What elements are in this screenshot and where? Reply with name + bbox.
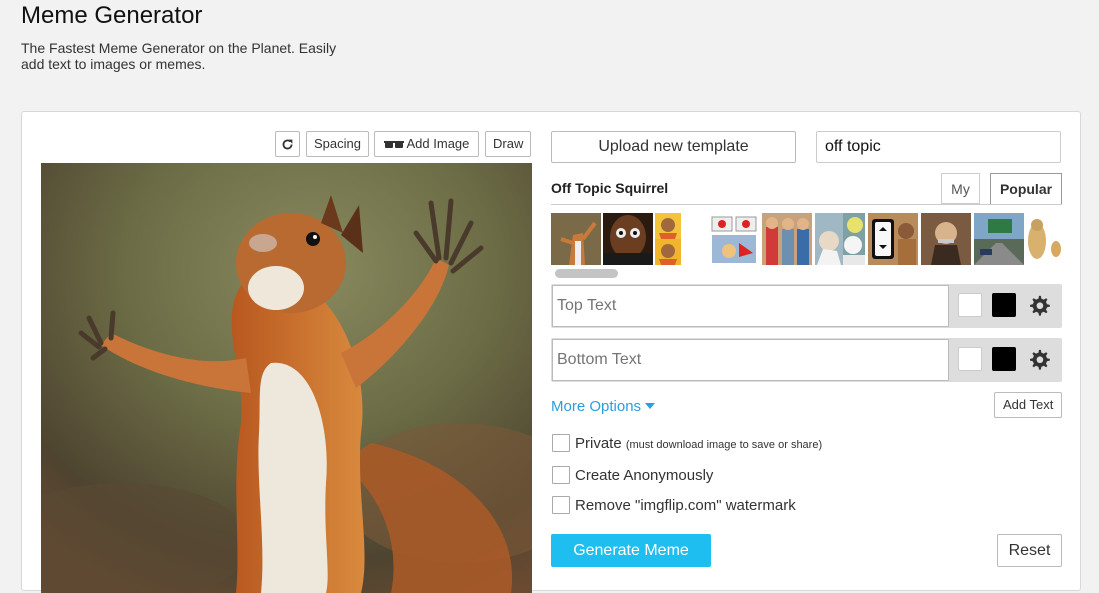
private-checkbox[interactable] (552, 434, 570, 452)
gear-icon[interactable] (1028, 348, 1050, 370)
draw-button[interactable]: Draw (485, 131, 531, 157)
thumbnail-scrollbar[interactable] (555, 269, 618, 278)
top-text-outline-black[interactable] (992, 293, 1016, 317)
top-text-row (551, 284, 1062, 328)
page-description: The Fastest Meme Generator on the Planet… (21, 40, 337, 72)
bottom-text-outline-black[interactable] (992, 347, 1016, 371)
add-text-button[interactable]: Add Text (994, 392, 1063, 418)
thumbnail-distracted-boyfriend[interactable] (762, 213, 812, 265)
gear-icon[interactable] (1028, 294, 1050, 316)
bottom-text-color-white[interactable] (958, 347, 982, 371)
add-image-label: Add Image (406, 136, 470, 151)
spacing-button[interactable]: Spacing (306, 131, 369, 157)
anonymous-checkbox[interactable] (552, 466, 570, 484)
template-name: Off Topic Squirrel (551, 180, 669, 196)
generate-meme-button[interactable]: Generate Meme (551, 534, 711, 567)
private-label: Private (575, 435, 622, 452)
top-text-input[interactable] (552, 285, 949, 327)
thumbnail-drake[interactable] (655, 213, 681, 265)
thumbnail-squirrel[interactable] (551, 213, 601, 265)
thumbnail-highway-exit[interactable] (974, 213, 1024, 265)
add-image-button[interactable]: Add Image (374, 131, 479, 157)
tab-divider (551, 204, 1062, 205)
tab-my[interactable]: My (941, 173, 980, 204)
watermark-checkbox-row[interactable]: Remove "imgflip.com" watermark (552, 496, 796, 514)
watermark-checkbox[interactable] (552, 496, 570, 514)
bottom-text-row (551, 338, 1062, 382)
more-options-link[interactable]: More Options (551, 398, 656, 415)
tab-popular[interactable]: Popular (990, 173, 1062, 205)
thumbnail-japan-flag-comic[interactable] (709, 213, 759, 265)
template-search-input[interactable] (816, 131, 1061, 163)
upload-template-button[interactable]: Upload new template (551, 131, 796, 163)
draw-label: Draw (493, 136, 524, 151)
bottom-text-input[interactable] (552, 339, 949, 381)
thumbnail-staring-face[interactable] (603, 213, 653, 265)
reset-button[interactable]: Reset (997, 534, 1062, 567)
rotate-button[interactable] (275, 131, 300, 157)
template-thumbnail-strip[interactable] (551, 213, 1062, 265)
page-title: Meme Generator (21, 2, 203, 29)
meme-image (41, 163, 532, 593)
watermark-label: Remove "imgflip.com" watermark (575, 497, 796, 514)
spacing-label: Spacing (314, 136, 361, 151)
top-text-color-white[interactable] (958, 293, 982, 317)
meme-canvas[interactable] (41, 163, 532, 593)
more-options-label: More Options (551, 398, 642, 415)
sunglasses-icon (383, 140, 404, 148)
thumbnail-woman-yelling-cat[interactable] (815, 213, 865, 265)
private-checkbox-row[interactable]: Private (must download image to save or … (552, 434, 822, 452)
thumbnail-buff-doge[interactable] (1027, 213, 1062, 265)
rotate-icon (282, 139, 293, 150)
caret-down-icon (645, 403, 656, 409)
thumbnail-uno-reverse[interactable] (868, 213, 918, 265)
anonymous-checkbox-row[interactable]: Create Anonymously (552, 466, 713, 484)
private-note: (must download image to save or share) (625, 439, 823, 451)
thumbnail-old-man[interactable] (921, 213, 971, 265)
meme-editor-panel: Spacing Add Image Draw Upload new templa… (21, 111, 1081, 593)
anonymous-label: Create Anonymously (575, 467, 714, 484)
